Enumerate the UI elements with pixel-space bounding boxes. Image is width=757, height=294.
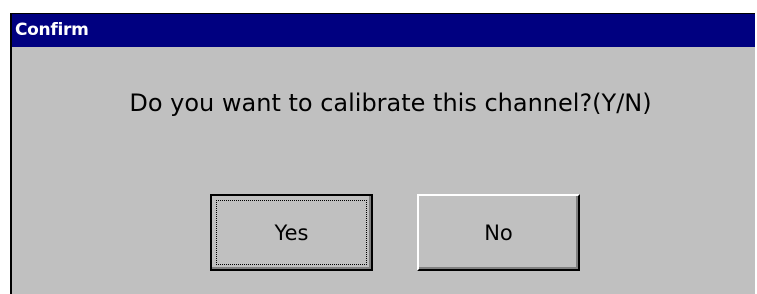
no-button[interactable]: No [417,194,580,271]
dialog-message: Do you want to calibrate this channel?(Y… [129,89,652,117]
yes-button-label: Yes [274,220,309,245]
dialog-titlebar: Confirm [12,14,755,47]
dialog-title: Confirm [15,20,89,40]
no-button-label: No [484,220,513,245]
confirm-dialog: Confirm Do you want to calibrate this ch… [10,13,755,294]
yes-button[interactable]: Yes [210,194,373,271]
